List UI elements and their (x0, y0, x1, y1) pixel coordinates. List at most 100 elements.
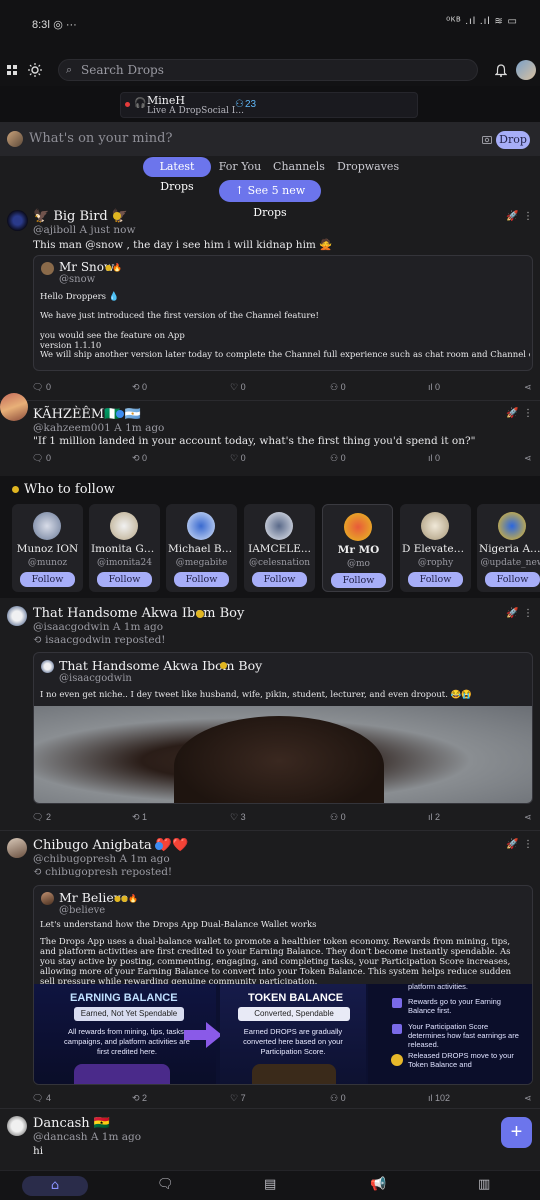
new-post-fab[interactable]: + (501, 1117, 532, 1148)
post-avatar[interactable] (7, 210, 28, 231)
tip-count[interactable]: ⚇ 0 (330, 1093, 346, 1104)
comment-count[interactable]: 🗨 0 (32, 382, 51, 393)
wallet-icon[interactable]: ▤ (264, 1177, 276, 1192)
share-icon[interactable]: ⋖ (524, 382, 532, 393)
more-options-icon[interactable]: ⋮ (523, 608, 533, 619)
follow-button[interactable]: Follow (20, 572, 75, 587)
quoted-post[interactable]: Mr Snow ●🔥 @snow Hello Droppers 💧 We hav… (33, 255, 533, 371)
follow-card[interactable]: D Elevated 1 @rophy Follow (400, 504, 471, 592)
like-count[interactable]: ♡ 0 (230, 382, 246, 393)
grid-menu-icon[interactable] (7, 65, 17, 75)
follow-button[interactable]: Follow (174, 572, 229, 587)
repost-label: ⟲ chibugopresh reposted! (33, 866, 173, 878)
follow-card[interactable]: Imonita Go... @imonita24 Follow (89, 504, 160, 592)
rocket-icon[interactable]: 🚀 (506, 408, 518, 419)
more-options-icon[interactable]: ⋮ (523, 408, 533, 419)
repost-count[interactable]: ⟲ 0 (132, 453, 147, 464)
bell-icon[interactable] (495, 64, 507, 77)
tip-count[interactable]: ⚇ 0 (330, 453, 346, 464)
post-author[interactable]: That Handsome Akwa Ibom Boy (33, 606, 244, 621)
rocket-icon[interactable]: 🚀 (506, 211, 518, 222)
rocket-icon[interactable]: 🚀 (506, 839, 518, 850)
user-name: Imonita Go... (91, 543, 158, 555)
repost-count[interactable]: ⟲ 0 (132, 382, 147, 393)
gold-badge-icon (12, 486, 19, 493)
like-count[interactable]: ♡ 3 (230, 812, 246, 823)
composer-input[interactable]: What's on your mind? (29, 131, 172, 146)
post-handle: @isaacgodwin A 1m ago (33, 621, 164, 633)
post-photo[interactable] (34, 706, 532, 803)
purple-wallet-icon (74, 1064, 170, 1084)
user-handle: @imonita24 (97, 558, 152, 568)
quote-avatar (41, 262, 54, 275)
post-author[interactable]: Chibugo Anigbata ❤️❤️ (33, 838, 188, 853)
messages-icon[interactable]: 🗨 (157, 1177, 174, 1192)
comment-count[interactable]: 🗨 4 (32, 1093, 51, 1104)
post-avatar[interactable] (7, 606, 27, 626)
post-handle: @chibugopresh A 1m ago (33, 853, 170, 865)
tip-count[interactable]: ⚇ 0 (330, 812, 346, 823)
search-icon: ⌕ (66, 63, 73, 76)
user-name: Michael Be... (168, 543, 235, 555)
info-item: Rewards go to your Earning Balance first… (408, 997, 501, 1015)
repost-count[interactable]: ⟲ 2 (132, 1093, 147, 1104)
image-upload-icon[interactable] (482, 135, 492, 144)
quoted-post[interactable]: Mr Believe ●●🔥 @believe Let's understand… (33, 885, 533, 1085)
tip-count[interactable]: ⚇ 0 (330, 382, 346, 393)
views-count: ıl 2 (428, 812, 441, 822)
comment-count[interactable]: 🗨 0 (32, 453, 51, 464)
follow-card[interactable]: Nigeria Am... @update_new Follow (477, 504, 540, 592)
quote-line: I no even get niche.. I dey tweet like h… (40, 690, 472, 700)
drop-button[interactable]: Drop (496, 131, 530, 149)
megaphone-icon[interactable]: 📢 (370, 1177, 386, 1192)
share-icon[interactable]: ⋖ (524, 1093, 532, 1104)
share-icon[interactable]: ⋖ (524, 812, 532, 823)
info-item: platform activities. (408, 982, 469, 991)
post-author[interactable]: KÃHZÈÊM🇳🇬 🇦🇷 (33, 407, 141, 422)
follow-card[interactable]: Michael Be... @megabite Follow (166, 504, 237, 592)
search-input[interactable]: ⌕ Search Drops (58, 59, 478, 81)
book-icon[interactable]: ▥ (478, 1177, 490, 1192)
follow-button[interactable]: Follow (252, 572, 307, 587)
wallet-infographic[interactable]: EARNING BALANCE Earned, Not Yet Spendabl… (34, 982, 532, 1084)
rocket-icon[interactable]: 🚀 (506, 608, 518, 619)
tab-dropwaves[interactable]: Dropwaves (337, 157, 399, 177)
comment-count[interactable]: 🗨 2 (32, 812, 51, 823)
tab-channels[interactable]: Channels › (271, 157, 327, 193)
post-avatar[interactable] (7, 1116, 27, 1136)
like-count[interactable]: ♡ 0 (230, 453, 246, 464)
post-author[interactable]: Dancash 🇬🇭 (33, 1116, 110, 1131)
post-text: hi (33, 1145, 44, 1157)
see-new-drops-button[interactable]: ↑ See 5 new Drops (219, 180, 321, 219)
who-to-follow: Who to follow Munoz ION @munoz Follow Im… (0, 476, 540, 598)
live-card[interactable]: 🎧 MineH Live A DropSocial I... ⚇ 23 (120, 92, 418, 118)
share-icon[interactable]: ⋖ (524, 453, 532, 464)
sun-theme-icon[interactable] (28, 63, 42, 77)
repost-count[interactable]: ⟲ 1 (132, 812, 147, 823)
follow-card[interactable]: IAMCELE... @celesnation Follow (244, 504, 315, 592)
profile-avatar[interactable] (516, 60, 536, 80)
follow-button[interactable]: Follow (485, 572, 540, 587)
headphones-icon: 🎧 (134, 98, 147, 109)
post-avatar[interactable] (0, 393, 28, 421)
post-actions: 🗨 0 ⟲ 0 ♡ 0 ⚇ 0 ıl 0 ⋖ (32, 382, 532, 396)
gold-badge-icon (113, 212, 121, 220)
more-options-icon[interactable]: ⋮ (523, 839, 533, 850)
more-options-icon[interactable]: ⋮ (523, 211, 533, 222)
follow-button[interactable]: Follow (331, 573, 386, 588)
user-name: Munoz ION (16, 543, 79, 555)
follow-button[interactable]: Follow (97, 572, 152, 587)
status-icons: ⁰ᴷᴮ .ıl .ıl ≋ ▭ (446, 16, 518, 27)
quoted-post[interactable]: That Handsome Akwa Ibom Boy @isaacgodwin… (33, 652, 533, 804)
follow-button[interactable]: Follow (408, 572, 463, 587)
tab-for-you[interactable]: For You (218, 157, 262, 177)
follow-card[interactable]: Mr MO @mo Follow (322, 504, 393, 592)
home-icon[interactable]: ⌂ (22, 1176, 88, 1196)
quote-avatar (41, 660, 54, 673)
post-chibugo: Chibugo Anigbata ❤️❤️ @chibugopresh A 1m… (0, 831, 540, 1109)
follow-card[interactable]: Munoz ION @munoz Follow (12, 504, 83, 592)
status-bar: 8:3ǀ ◎ ··· ⁰ᴷᴮ .ıl .ıl ≋ ▭ (0, 0, 540, 46)
post-avatar[interactable] (7, 838, 27, 858)
tab-latest-drops[interactable]: Latest Drops (143, 157, 211, 193)
like-count[interactable]: ♡ 7 (230, 1093, 246, 1104)
